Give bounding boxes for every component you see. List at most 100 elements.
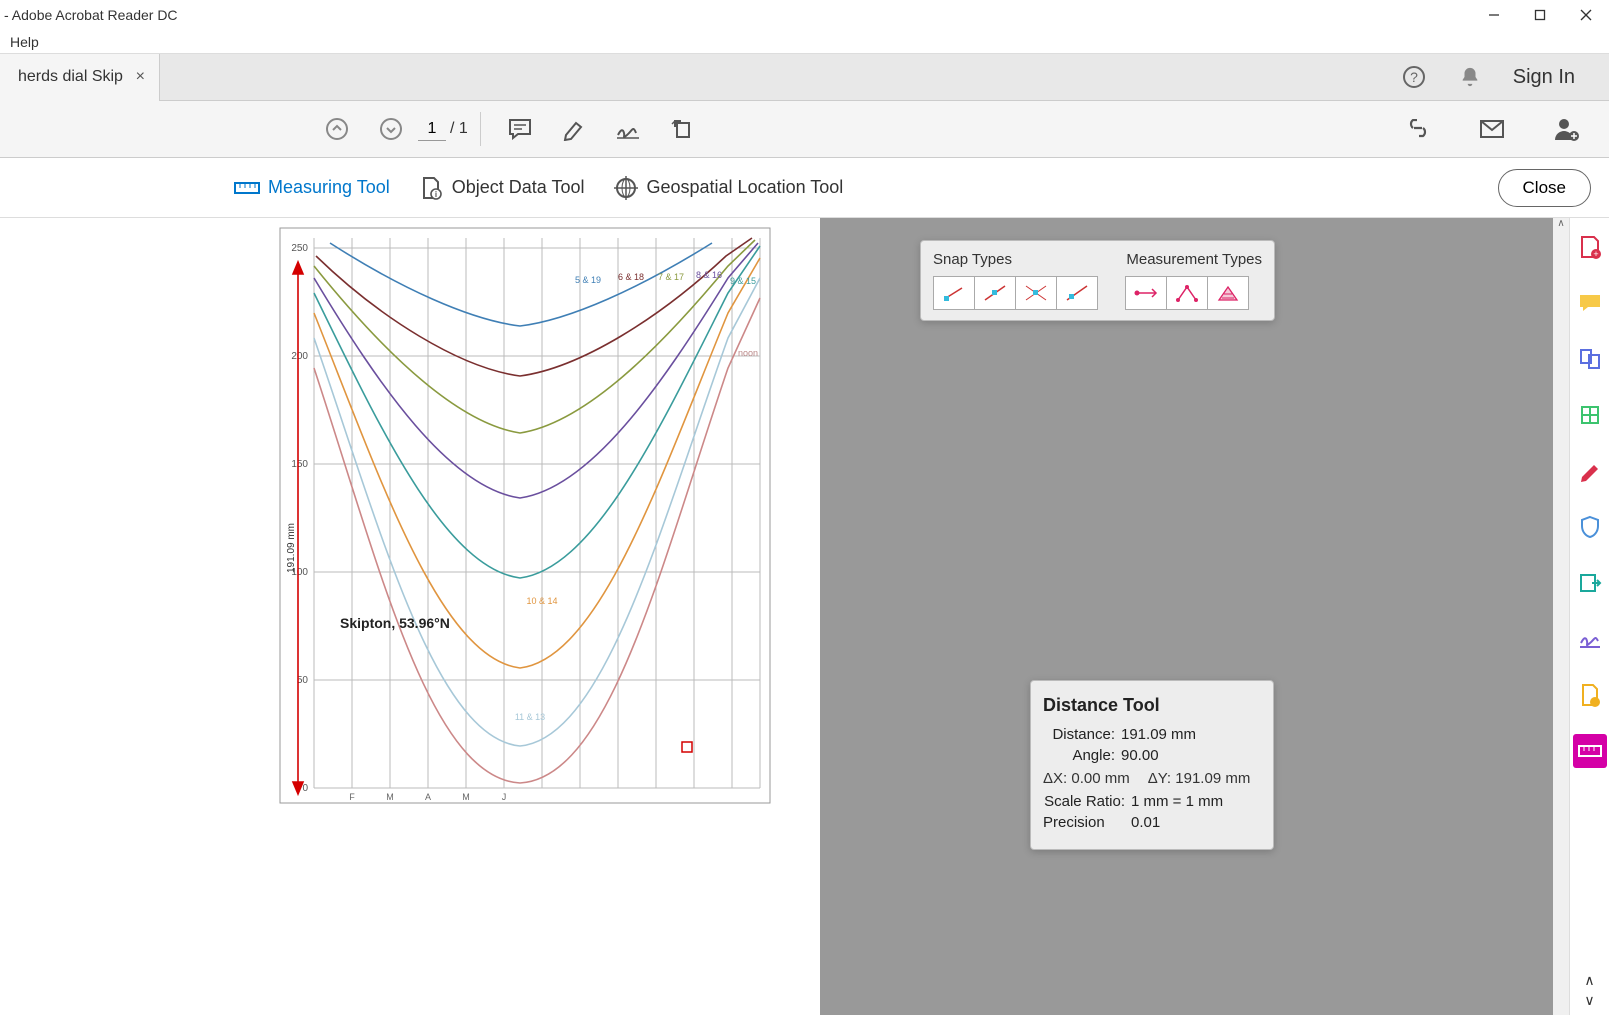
window-titlebar: - Adobe Acrobat Reader DC bbox=[0, 0, 1609, 30]
dx-label: ΔX: bbox=[1043, 770, 1067, 787]
measuring-tool-button[interactable]: Measuring Tool bbox=[234, 177, 390, 199]
rail-edit-icon[interactable] bbox=[1573, 454, 1607, 488]
rail-fillsign-icon[interactable] bbox=[1573, 622, 1607, 656]
highlight-icon[interactable] bbox=[553, 108, 595, 150]
svg-text:200: 200 bbox=[291, 351, 308, 362]
page-info-icon: i bbox=[418, 177, 444, 199]
add-person-icon[interactable] bbox=[1545, 108, 1587, 150]
document-viewport[interactable]: 0 50 100 150 200 250 F M A M J bbox=[0, 218, 1553, 1015]
rail-send-icon[interactable] bbox=[1573, 678, 1607, 712]
measure-arrow-label: 191.09 mm bbox=[286, 523, 297, 573]
svg-text:7 & 17: 7 & 17 bbox=[658, 272, 684, 282]
svg-text:+: + bbox=[1593, 249, 1598, 259]
link-icon[interactable] bbox=[1397, 108, 1439, 150]
svg-text:5 & 19: 5 & 19 bbox=[575, 275, 601, 285]
svg-text:A: A bbox=[425, 792, 431, 802]
rail-collapse-up-icon[interactable]: ∧ bbox=[1573, 971, 1607, 989]
help-icon[interactable]: ? bbox=[1401, 64, 1427, 90]
measurement-types-label: Measurement Types bbox=[1126, 251, 1262, 268]
svg-text:M: M bbox=[386, 792, 394, 802]
svg-text:F: F bbox=[349, 792, 355, 802]
window-close-button[interactable] bbox=[1563, 0, 1609, 30]
sign-in-link[interactable]: Sign In bbox=[1513, 66, 1575, 89]
rotate-icon[interactable] bbox=[661, 108, 703, 150]
svg-text:J: J bbox=[502, 792, 507, 802]
rail-comment-icon[interactable] bbox=[1573, 286, 1607, 320]
svg-text:8 & 16: 8 & 16 bbox=[696, 270, 722, 280]
snap-path-button[interactable] bbox=[1056, 276, 1098, 310]
rail-protect-icon[interactable] bbox=[1573, 510, 1607, 544]
scroll-up-icon[interactable]: ∧ bbox=[1557, 218, 1564, 234]
svg-text:?: ? bbox=[1410, 69, 1418, 85]
window-title: - Adobe Acrobat Reader DC bbox=[4, 7, 178, 23]
svg-text:11 & 13: 11 & 13 bbox=[515, 712, 545, 722]
distance-tool-panel[interactable]: Distance Tool Distance: 191.09 mm Angle: 9… bbox=[1030, 680, 1274, 850]
chart-title: Skipton, 53.96°N bbox=[340, 615, 450, 631]
rail-measure-icon[interactable] bbox=[1573, 734, 1607, 768]
geospatial-tool-button[interactable]: Geospatial Location Tool bbox=[613, 177, 844, 199]
angle-value: 90.00 bbox=[1121, 747, 1159, 764]
toolbar-separator bbox=[480, 112, 481, 146]
window-maximize-button[interactable] bbox=[1517, 0, 1563, 30]
svg-text:9 & 15: 9 & 15 bbox=[730, 276, 756, 286]
pdf-page: 0 50 100 150 200 250 F M A M J bbox=[0, 218, 820, 1015]
scale-value: 1 mm = 1 mm bbox=[1131, 793, 1223, 810]
svg-text:0: 0 bbox=[302, 783, 308, 794]
bell-icon[interactable] bbox=[1457, 64, 1483, 90]
snap-endpoint-button[interactable] bbox=[933, 276, 975, 310]
tools-rail: + ∧ ∨ bbox=[1569, 218, 1609, 1015]
svg-text:10 & 14: 10 & 14 bbox=[526, 596, 557, 606]
sign-icon[interactable] bbox=[607, 108, 649, 150]
rail-combine-icon[interactable] bbox=[1573, 342, 1607, 376]
rail-collapse-down-icon[interactable]: ∨ bbox=[1573, 991, 1607, 1009]
tabbar: herds dial Skip... × ? Sign In bbox=[0, 54, 1609, 101]
svg-text:250: 250 bbox=[291, 243, 308, 254]
precision-value: 0.01 bbox=[1131, 814, 1160, 831]
measure-perimeter-button[interactable] bbox=[1166, 276, 1208, 310]
snap-types-panel[interactable]: Snap Types Measurement Types bbox=[920, 240, 1275, 321]
menu-help[interactable]: Help bbox=[4, 32, 45, 52]
dy-label: ΔY: bbox=[1148, 770, 1171, 787]
geospatial-tool-label: Geospatial Location Tool bbox=[647, 177, 844, 198]
page-down-button[interactable] bbox=[370, 108, 412, 150]
angle-label: Angle: bbox=[1043, 747, 1115, 764]
rail-export-icon[interactable] bbox=[1573, 566, 1607, 600]
comment-icon[interactable] bbox=[499, 108, 541, 150]
svg-text:6 & 18: 6 & 18 bbox=[618, 272, 644, 282]
page-up-button[interactable] bbox=[316, 108, 358, 150]
main-toolbar: / 1 bbox=[0, 101, 1609, 158]
measuring-tool-label: Measuring Tool bbox=[268, 177, 390, 198]
page-total-label: / 1 bbox=[450, 120, 468, 138]
precision-label: Precision bbox=[1043, 814, 1125, 831]
tab-close-icon[interactable]: × bbox=[136, 68, 145, 86]
menubar: Help bbox=[0, 30, 1609, 54]
svg-text:M: M bbox=[462, 792, 470, 802]
distance-value: 191.09 mm bbox=[1121, 726, 1196, 743]
globe-target-icon bbox=[613, 177, 639, 199]
measure-toolbar: Measuring Tool i Object Data Tool Geospa… bbox=[0, 158, 1609, 218]
object-data-tool-label: Object Data Tool bbox=[452, 177, 585, 198]
scale-label: Scale Ratio: bbox=[1043, 793, 1125, 810]
object-data-tool-button[interactable]: i Object Data Tool bbox=[418, 177, 585, 199]
snap-types-label: Snap Types bbox=[933, 251, 1012, 268]
measure-area-button[interactable] bbox=[1207, 276, 1249, 310]
document-tab[interactable]: herds dial Skip... × bbox=[0, 54, 160, 101]
distance-label: Distance: bbox=[1043, 726, 1115, 743]
page-number-input[interactable] bbox=[418, 117, 446, 141]
document-tab-title: herds dial Skip... bbox=[18, 68, 124, 86]
snap-midpoint-button[interactable] bbox=[974, 276, 1016, 310]
chart-svg: 0 50 100 150 200 250 F M A M J bbox=[0, 218, 820, 1015]
svg-text:i: i bbox=[435, 190, 437, 199]
email-icon[interactable] bbox=[1471, 108, 1513, 150]
rail-create-pdf-icon[interactable]: + bbox=[1573, 230, 1607, 264]
close-tools-button[interactable]: Close bbox=[1498, 169, 1591, 207]
distance-tool-title: Distance Tool bbox=[1043, 695, 1261, 716]
window-minimize-button[interactable] bbox=[1471, 0, 1517, 30]
measure-distance-button[interactable] bbox=[1125, 276, 1167, 310]
dx-value: 0.00 mm bbox=[1071, 770, 1129, 787]
vertical-scrollbar[interactable]: ∧ bbox=[1553, 218, 1569, 1015]
svg-text:noon: noon bbox=[738, 348, 758, 358]
ruler-icon bbox=[234, 177, 260, 199]
rail-organize-icon[interactable] bbox=[1573, 398, 1607, 432]
snap-intersect-button[interactable] bbox=[1015, 276, 1057, 310]
